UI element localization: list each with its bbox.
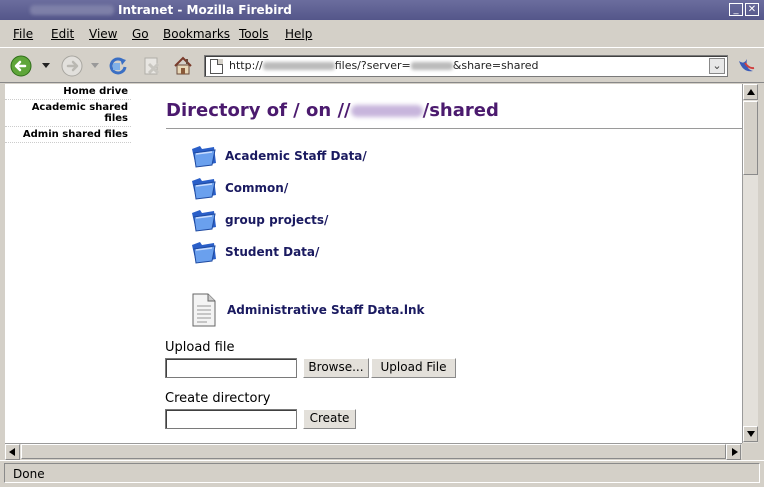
url-suffix: &share=shared [452,59,539,72]
file-entry[interactable]: Administrative Staff Data.lnk [191,293,425,327]
navigation-toolbar: http:// files/?server= &share=shared ⌄ [0,47,764,83]
sidebar-link-home-drive[interactable]: Home drive [5,84,131,100]
menu-help[interactable]: Help [285,27,312,41]
document-icon [192,293,216,327]
stop-icon[interactable] [141,55,163,77]
menu-tools[interactable]: Tools [239,27,269,41]
vertical-scrollbar[interactable] [742,84,758,443]
folder-icon [192,146,216,168]
folder-entry[interactable]: Student Data/ [190,239,319,265]
vertical-scroll-thumb[interactable] [743,101,758,175]
create-button[interactable]: Create [303,409,356,429]
page-content: Home drive Academic shared files Admin s… [5,84,742,443]
url-bar[interactable]: http:// files/?server= &share=shared ⌄ [204,55,728,77]
back-icon[interactable] [10,55,32,77]
url-dropdown-button[interactable]: ⌄ [709,58,725,74]
folder-icon [192,178,216,200]
menu-bookmarks[interactable]: Bookmarks [163,27,230,41]
url-text[interactable]: http:// files/?server= &share=shared [229,59,539,72]
browse-button[interactable]: Browse... [303,358,369,378]
right-arrow-icon [732,448,738,456]
menu-edit[interactable]: Edit [51,27,74,41]
file-link[interactable]: Administrative Staff Data.lnk [227,303,425,317]
redacted-title-segment [30,5,114,15]
close-button[interactable]: ✕ [745,3,759,16]
horizontal-scroll-thumb[interactable] [21,444,726,459]
folder-link[interactable]: group projects/ [225,213,328,227]
folder-entry[interactable]: group projects/ [190,207,328,233]
menu-file-label: File [13,27,34,41]
menu-edit-label: Edit [51,27,75,41]
sidebar-link-academic-shared[interactable]: Academic shared files [5,100,131,127]
menu-file[interactable]: File [13,27,33,41]
firebird-throbber-icon [739,59,755,72]
window-titlebar: Intranet - Mozilla Firebird _ ✕ [0,0,764,20]
url-prefix: http:// [229,59,263,72]
window-title: Intranet - Mozilla Firebird [118,3,292,17]
url-mid: files/?server= [334,59,411,72]
down-arrow-icon [747,431,755,437]
status-text: Done [13,467,45,481]
back-history-dropdown[interactable] [42,63,50,68]
scroll-down-button[interactable] [743,426,758,442]
menu-view-label: View [89,27,118,41]
create-directory-label: Create directory [165,391,271,406]
folder-link[interactable]: Common/ [225,181,288,195]
menu-go-label: Go [132,27,149,41]
folder-link[interactable]: Student Data/ [225,245,319,259]
sidebar: Home drive Academic shared files Admin s… [5,84,131,143]
reload-icon[interactable] [107,55,129,77]
heading-divider [166,128,742,129]
menu-tools-label: Tools [239,27,269,41]
folder-icon [192,210,216,232]
status-panel: Done [4,463,760,483]
minimize-button[interactable]: _ [729,3,743,16]
menu-bar: File Edit View Go Bookmarks Tools Help [0,21,764,47]
scroll-up-button[interactable] [743,84,758,100]
left-arrow-icon [9,448,15,456]
horizontal-scrollbar[interactable] [5,443,742,460]
forward-history-dropdown[interactable] [91,63,99,68]
menu-bookmarks-label: Bookmarks [163,27,231,41]
folder-entry[interactable]: Common/ [190,175,288,201]
upload-file-button[interactable]: Upload File [371,358,456,378]
home-icon[interactable] [172,55,194,77]
up-arrow-icon [747,89,755,95]
redacted-server-name [350,105,423,117]
status-bar: Done [0,460,764,487]
menu-help-label: Help [285,27,313,41]
upload-file-label: Upload file [165,340,235,355]
menu-go[interactable]: Go [132,27,149,41]
redacted-url-server [410,62,453,70]
create-directory-input[interactable] [165,409,297,429]
menu-view[interactable]: View [89,27,117,41]
folder-icon [192,242,216,264]
forward-icon[interactable] [61,55,83,77]
upload-file-input[interactable] [165,358,297,378]
page-title-prefix: Directory of / on // [166,100,351,121]
sidebar-link-admin-shared[interactable]: Admin shared files [5,127,131,143]
page-icon [210,59,223,74]
scroll-right-button[interactable] [726,444,741,460]
scroll-left-button[interactable] [5,444,20,460]
folder-link[interactable]: Academic Staff Data/ [225,149,367,163]
page-title-suffix: /shared [422,100,499,121]
redacted-url-host [262,62,335,70]
folder-entry[interactable]: Academic Staff Data/ [190,143,367,169]
page-title: Directory of / on // /shared [166,100,499,121]
